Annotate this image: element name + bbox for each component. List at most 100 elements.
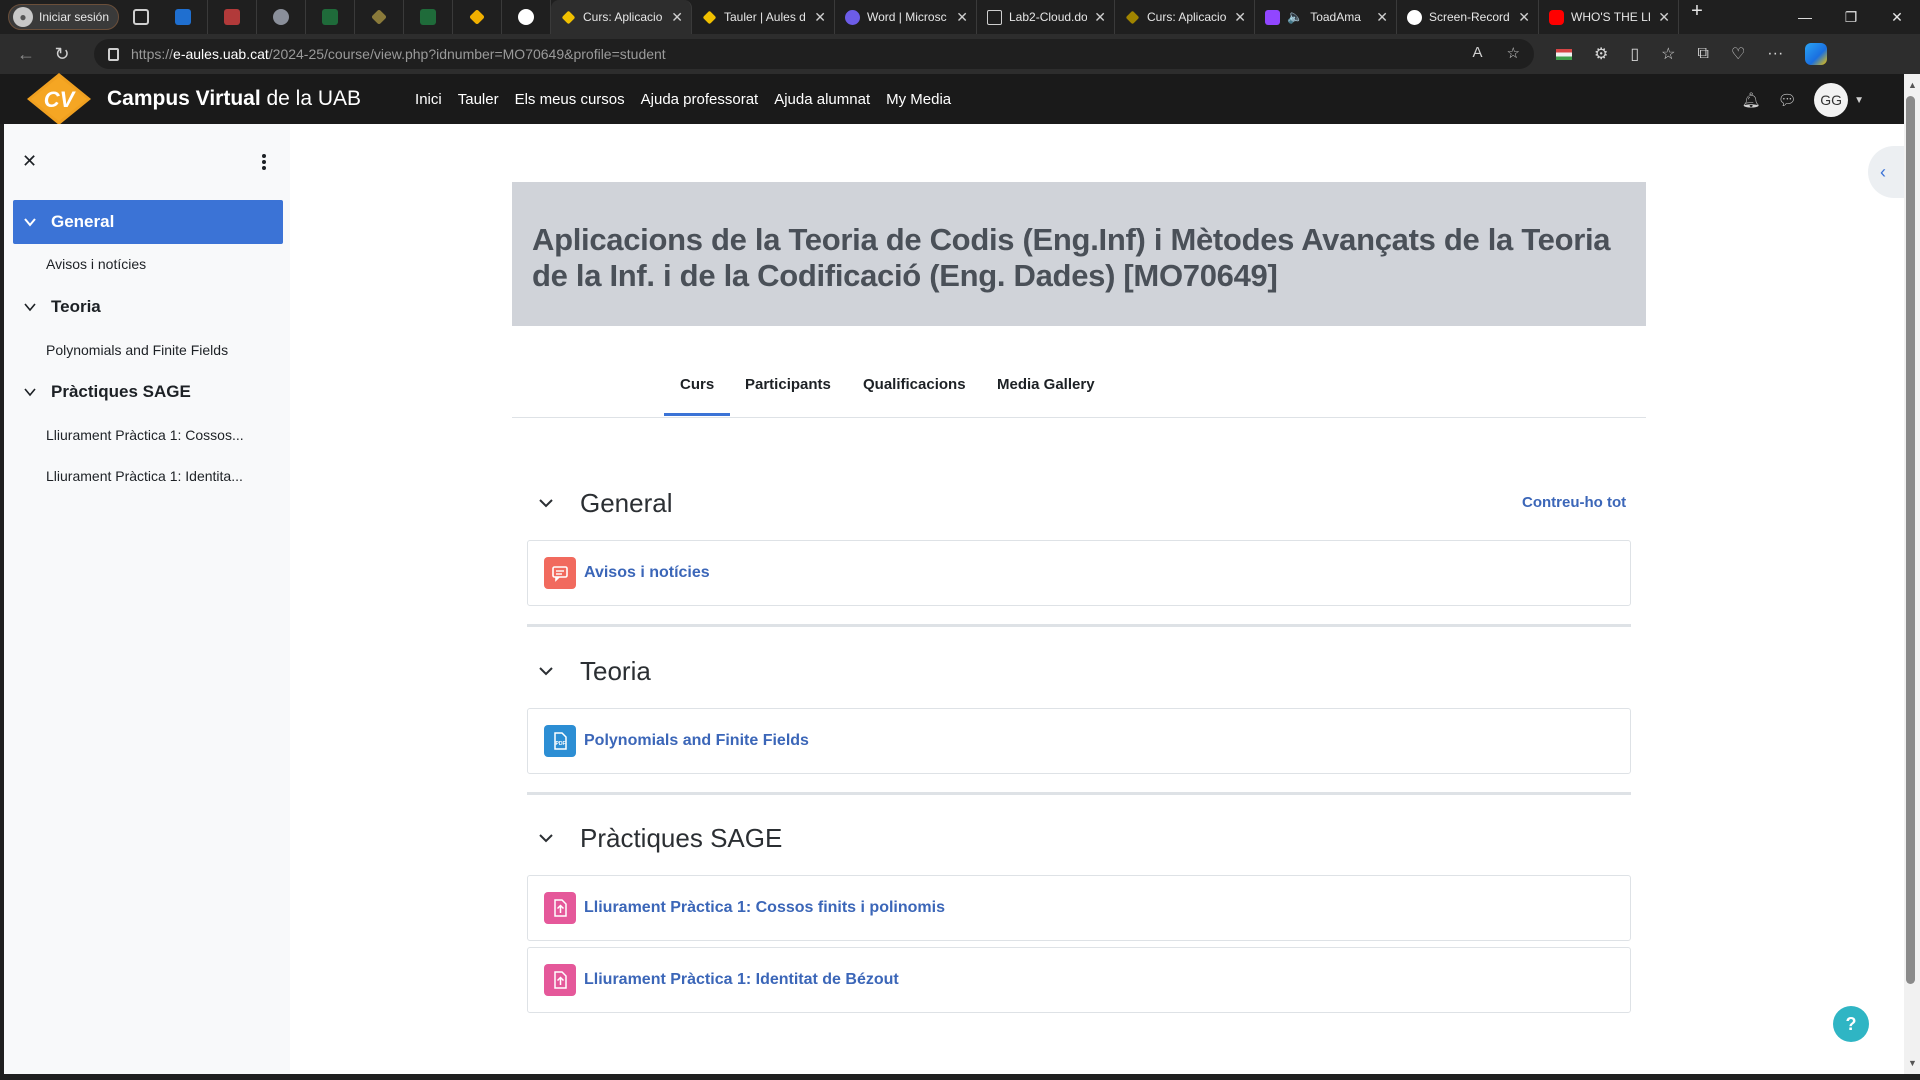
- campus-virtual-logo[interactable]: CV: [25, 73, 93, 125]
- read-aloud-icon[interactable]: A: [1473, 44, 1483, 62]
- course-index-section-practiques-sage[interactable]: Pràctiques SAGE: [13, 370, 283, 414]
- activity-name[interactable]: Lliurament Pràctica 1: Cossos finits i p…: [584, 899, 945, 917]
- close-icon[interactable]: ✕: [1234, 9, 1246, 26]
- close-icon[interactable]: ✕: [671, 9, 683, 26]
- browser-tab[interactable]: 🔈 ToadAma ✕: [1255, 0, 1397, 34]
- url-field[interactable]: https://e-aules.uab.cat/2024-25/course/v…: [94, 39, 1534, 69]
- extension-flag-icon[interactable]: [1556, 48, 1572, 60]
- browser-tab[interactable]: Tauler | Aules d ✕: [692, 0, 835, 34]
- tab-participants[interactable]: Participants: [745, 376, 831, 393]
- tab-media-gallery[interactable]: Media Gallery: [997, 376, 1095, 393]
- course-index-item[interactable]: Lliurament Pràctica 1: Identita...: [46, 468, 243, 484]
- browser-tab[interactable]: Curs: Aplicacio ✕: [551, 0, 692, 34]
- activity-assignment[interactable]: Lliurament Pràctica 1: Cossos finits i p…: [527, 875, 1631, 941]
- course-index-item[interactable]: Lliurament Pràctica 1: Cossos...: [46, 427, 244, 443]
- browser-tab[interactable]: Curs: Aplicacio ✕: [1115, 0, 1255, 34]
- pinned-tab-3[interactable]: [257, 0, 306, 34]
- close-icon[interactable]: ✕: [1094, 9, 1106, 26]
- assignment-icon: [544, 964, 576, 996]
- tab-qualificacions[interactable]: Qualificacions: [863, 376, 966, 393]
- course-index-item[interactable]: Avisos i notícies: [46, 256, 146, 272]
- pinned-tab-5[interactable]: [355, 0, 404, 34]
- close-icon[interactable]: ✕: [814, 9, 826, 26]
- help-button[interactable]: ?: [1833, 1006, 1869, 1042]
- course-index-section-teoria[interactable]: Teoria: [13, 285, 283, 329]
- activity-name[interactable]: Lliurament Pràctica 1: Identitat de Bézo…: [584, 971, 899, 989]
- uab-icon: [322, 9, 338, 25]
- pinned-tab-6[interactable]: [404, 0, 453, 34]
- profile-button[interactable]: ● Iniciar sesión: [8, 4, 119, 30]
- nav-link-student-help[interactable]: Ajuda alumnat: [774, 91, 870, 108]
- favorite-star-icon[interactable]: ☆: [1507, 44, 1520, 62]
- nav-link-my-courses[interactable]: Els meus cursos: [515, 91, 625, 108]
- chevron-down-icon[interactable]: [538, 663, 554, 679]
- close-icon[interactable]: ✕: [956, 9, 968, 26]
- course-index-section-general[interactable]: General: [13, 200, 283, 244]
- browser-essentials-icon[interactable]: ♡: [1731, 44, 1745, 64]
- chevron-down-icon[interactable]: [538, 495, 554, 511]
- tab-curs[interactable]: Curs: [680, 376, 714, 393]
- scrollbar-thumb[interactable]: [1906, 96, 1915, 984]
- nav-link-inici[interactable]: Inici: [415, 91, 442, 108]
- browser-tab[interactable]: Word | Microsc ✕: [835, 0, 977, 34]
- browser-tab[interactable]: Screen-Record ✕: [1397, 0, 1539, 34]
- activity-forum[interactable]: Avisos i notícies: [527, 540, 1631, 606]
- chevron-down-icon[interactable]: [538, 830, 554, 846]
- chevron-down-icon[interactable]: [23, 215, 37, 229]
- activity-resource-pdf[interactable]: PDF Polynomials and Finite Fields: [527, 708, 1631, 774]
- close-drawer-icon[interactable]: ✕: [22, 151, 37, 172]
- messages-icon[interactable]: 💬︎: [1778, 91, 1797, 109]
- pinned-tab-outlook[interactable]: [159, 0, 208, 34]
- tab-title: Screen-Record: [1429, 10, 1510, 24]
- notifications-bell-icon[interactable]: 🔔︎: [1742, 91, 1761, 109]
- new-tab-button[interactable]: +: [1679, 0, 1715, 34]
- course-index-item[interactable]: Polynomials and Finite Fields: [46, 342, 228, 358]
- chevron-down-icon[interactable]: [23, 385, 37, 399]
- chevron-down-icon[interactable]: ▼: [1854, 95, 1864, 106]
- activity-name[interactable]: Polynomials and Finite Fields: [584, 732, 809, 750]
- kebab-menu-icon[interactable]: [262, 154, 266, 170]
- close-icon[interactable]: ✕: [1658, 9, 1670, 26]
- activity-assignment[interactable]: Lliurament Pràctica 1: Identitat de Bézo…: [527, 947, 1631, 1013]
- nav-link-teacher-help[interactable]: Ajuda professorat: [641, 91, 759, 108]
- browser-tab[interactable]: WHO'S THE LI ✕: [1539, 0, 1679, 34]
- extensions-icon[interactable]: ⚙: [1594, 44, 1608, 64]
- site-name[interactable]: Campus Virtual de la UAB: [107, 87, 361, 111]
- open-block-drawer-button[interactable]: ‹: [1868, 146, 1904, 198]
- restore-icon[interactable]: ❐: [1828, 0, 1874, 34]
- pinned-tab-4[interactable]: [306, 0, 355, 34]
- moodle-icon: [1125, 10, 1140, 24]
- back-icon[interactable]: ←: [8, 38, 44, 70]
- close-icon[interactable]: ✕: [1518, 9, 1530, 26]
- section-header-practiques-sage: Pràctiques SAGE: [536, 821, 782, 855]
- chevron-down-icon[interactable]: [23, 300, 37, 314]
- nav-link-tauler[interactable]: Tauler: [458, 91, 499, 108]
- close-window-icon[interactable]: ✕: [1874, 0, 1920, 34]
- reload-icon[interactable]: ↻: [44, 38, 80, 70]
- chatgpt-icon: [518, 9, 534, 25]
- moodle-icon: [469, 9, 485, 25]
- tab-list: Curs: Aplicacio ✕ Tauler | Aules d ✕ Wor…: [551, 0, 1715, 34]
- nav-link-my-media[interactable]: My Media: [886, 91, 951, 108]
- user-avatar[interactable]: GG: [1814, 83, 1849, 117]
- workspaces-icon[interactable]: [133, 9, 149, 25]
- copilot-icon[interactable]: [1805, 43, 1828, 65]
- close-icon[interactable]: ✕: [1376, 9, 1388, 26]
- collapse-all-link[interactable]: Contreu-ho tot: [1522, 494, 1626, 511]
- collections-icon[interactable]: ⧉: [1698, 45, 1709, 63]
- activity-name[interactable]: Avisos i notícies: [584, 564, 710, 582]
- pinned-tab-7[interactable]: [453, 0, 502, 34]
- pinned-tab-2[interactable]: [208, 0, 257, 34]
- speaker-icon[interactable]: 🔈: [1287, 9, 1303, 25]
- browser-tab[interactable]: Lab2-Cloud.do ✕: [977, 0, 1115, 34]
- split-screen-icon[interactable]: ▯: [1630, 44, 1639, 64]
- pinned-tab-8[interactable]: [502, 0, 551, 34]
- scroll-up-icon[interactable]: ▲: [1908, 80, 1917, 90]
- scroll-down-icon[interactable]: ▼: [1908, 1058, 1917, 1068]
- favorites-icon[interactable]: ☆: [1661, 44, 1675, 64]
- lock-icon[interactable]: [108, 47, 119, 61]
- window-border: [0, 1074, 1920, 1080]
- more-icon[interactable]: ···: [1767, 45, 1783, 63]
- minimize-icon[interactable]: —: [1782, 0, 1828, 34]
- url-text: https://e-aules.uab.cat/2024-25/course/v…: [131, 46, 666, 62]
